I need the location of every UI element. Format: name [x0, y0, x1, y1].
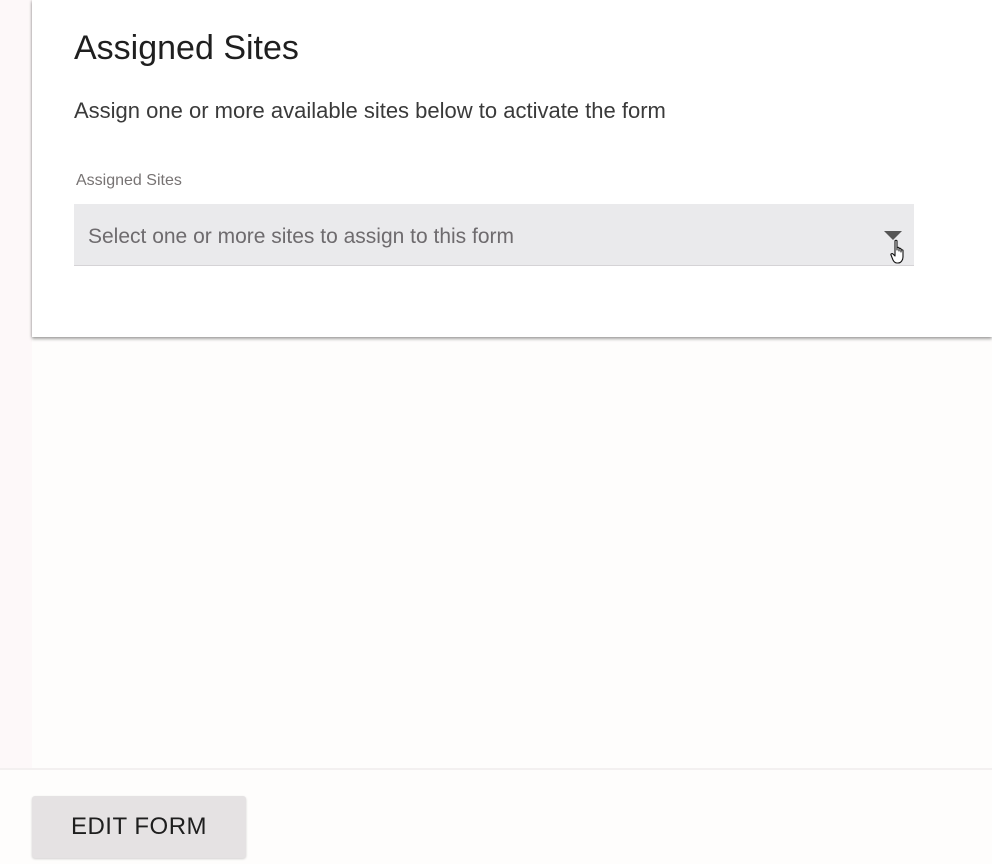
assigned-sites-card: Assigned Sites Assign one or more availa… [32, 0, 992, 337]
hand-pointer-icon [890, 239, 904, 264]
footer-bar: EDIT FORM [0, 768, 992, 864]
assigned-sites-placeholder: Select one or more sites to assign to th… [88, 225, 515, 248]
edit-form-button[interactable]: EDIT FORM [32, 796, 246, 858]
card-title: Assigned Sites [74, 29, 299, 67]
left-rail [0, 0, 32, 768]
app-window: Assigned Sites Assign one or more availa… [0, 0, 992, 864]
assigned-sites-label: Assigned Sites [76, 172, 182, 189]
card-subtitle: Assign one or more available sites below… [74, 98, 666, 123]
assigned-sites-select[interactable]: Select one or more sites to assign to th… [74, 204, 914, 266]
